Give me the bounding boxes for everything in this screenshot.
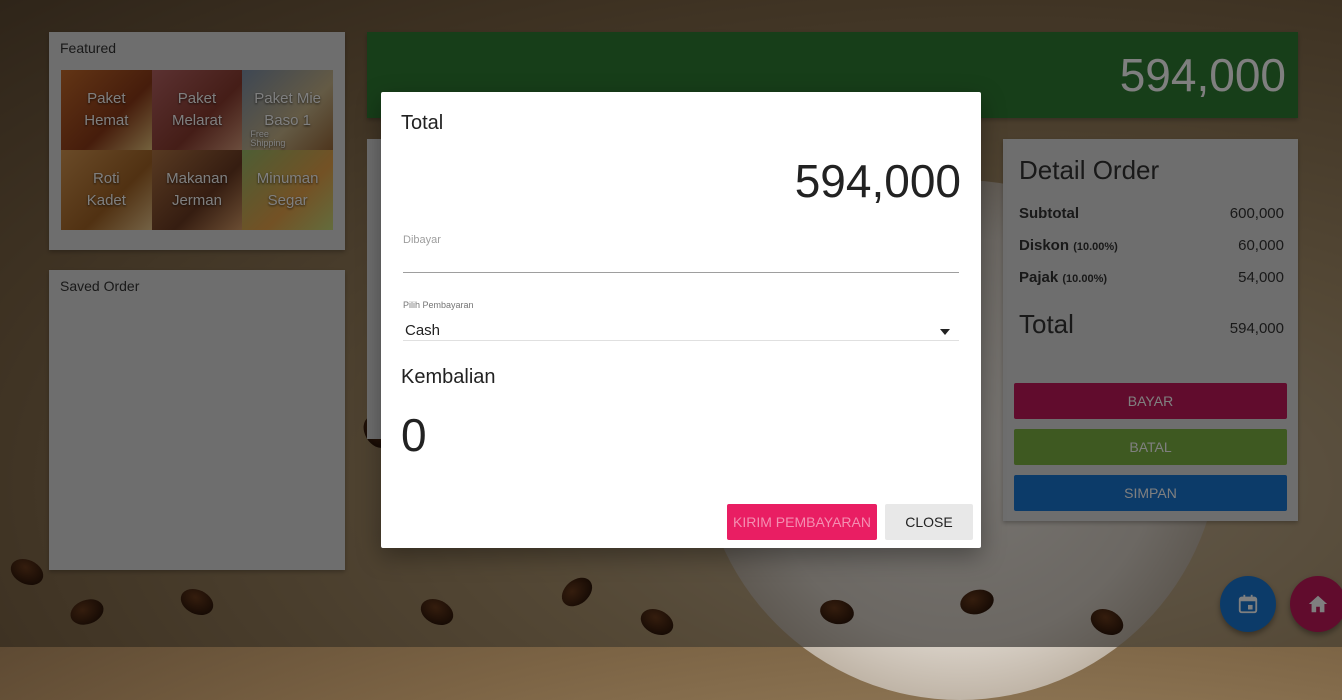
dibayar-field: Dibayar [403,234,959,273]
dibayar-label: Dibayar [403,234,441,246]
modal-title: Total [401,112,444,134]
close-button[interactable]: CLOSE [885,504,973,540]
kembalian-value: 0 [401,409,427,461]
kembalian-label: Kembalian [401,366,496,388]
kirim-pembayaran-button[interactable]: KIRIM PEMBAYARAN [727,504,877,540]
payment-select[interactable]: Cash [403,310,959,341]
payment-modal: Total 594,000 Dibayar Pilih Pembayaran C… [381,92,981,548]
dibayar-input[interactable] [403,246,959,273]
modal-total-value: 594,000 [794,155,961,207]
payment-select-field: Pilih Pembayaran Cash [403,300,959,341]
payment-selected-value: Cash [405,322,441,339]
payment-select-label: Pilih Pembayaran [403,300,474,310]
chevron-down-icon [940,329,950,335]
